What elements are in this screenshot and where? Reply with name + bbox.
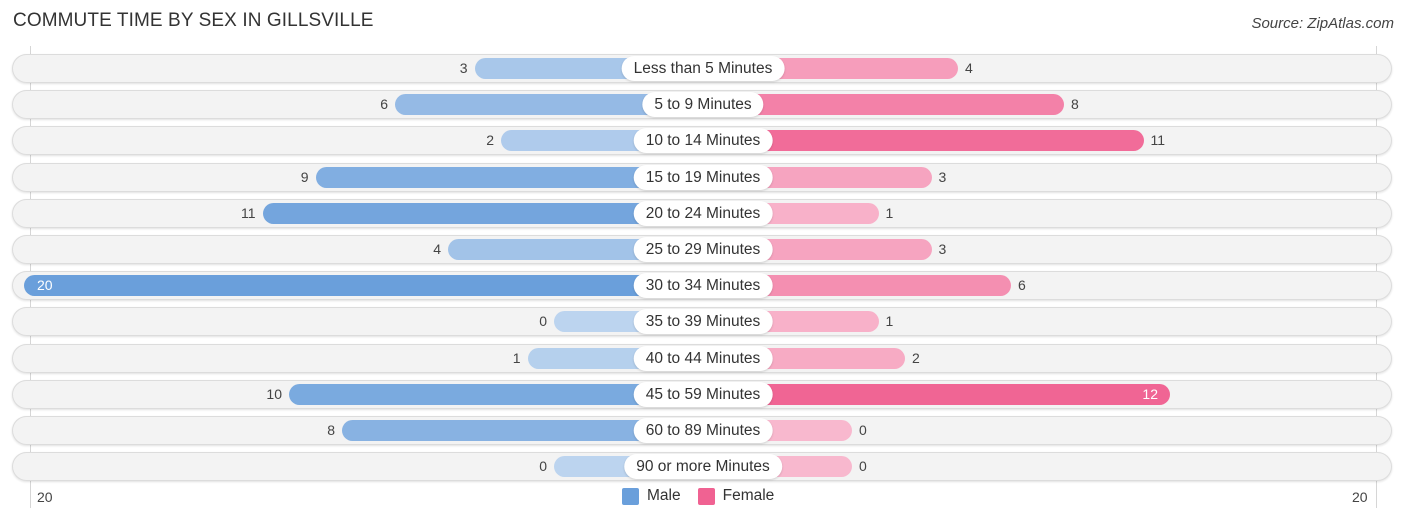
- category-label: 30 to 34 Minutes: [633, 273, 773, 299]
- category-label: 35 to 39 Minutes: [633, 309, 773, 335]
- legend-label-male: Male: [647, 487, 681, 504]
- value-label-female: 3: [938, 168, 947, 185]
- axis-label-right: 20: [1352, 489, 1368, 505]
- value-label-female: 0: [859, 422, 867, 438]
- category-label: 45 to 59 Minutes: [633, 381, 773, 407]
- value-label-male: 2: [486, 132, 494, 149]
- legend-swatch-female: [697, 487, 715, 505]
- category-label: Less than 5 Minutes: [621, 56, 785, 81]
- value-label-male: 3: [459, 60, 468, 76]
- value-label-male: 8: [327, 422, 335, 438]
- category-label: 25 to 29 Minutes: [633, 237, 773, 262]
- value-label-male: 10: [266, 385, 282, 402]
- category-label: 20 to 24 Minutes: [633, 200, 773, 226]
- value-label-female: 1: [885, 204, 894, 221]
- value-label-female: 1: [885, 313, 894, 330]
- value-label-male: 20: [37, 277, 53, 294]
- value-label-male: 9: [300, 168, 309, 185]
- legend: Male Female: [622, 487, 791, 505]
- value-label-female: 11: [1150, 132, 1166, 149]
- bar-female[interactable]: [703, 383, 1170, 405]
- value-label-female: 2: [912, 349, 920, 366]
- value-label-female: 8: [1071, 96, 1079, 113]
- category-label: 10 to 14 Minutes: [633, 128, 773, 154]
- legend-swatch-male: [622, 487, 639, 505]
- axis-label-left: 20: [37, 489, 53, 505]
- value-label-male: 1: [512, 349, 521, 366]
- value-label-female: 4: [965, 60, 973, 76]
- value-label-male: 0: [539, 313, 547, 330]
- bar-male[interactable]: [24, 275, 703, 297]
- category-label: 40 to 44 Minutes: [633, 345, 773, 371]
- category-label: 90 or more Minutes: [624, 454, 782, 480]
- category-label: 60 to 89 Minutes: [633, 418, 773, 443]
- category-label: 5 to 9 Minutes: [642, 92, 764, 118]
- value-label-male: 4: [433, 241, 441, 257]
- value-label-male: 0: [539, 458, 547, 475]
- value-label-female: 12: [1142, 385, 1158, 402]
- value-label-female: 6: [1018, 277, 1026, 294]
- chart-title: COMMUTE TIME BY SEX IN GILLSVILLE: [13, 10, 374, 31]
- value-label-male: 6: [380, 96, 388, 113]
- value-label-female: 3: [938, 241, 947, 257]
- legend-label-female: Female: [722, 487, 775, 504]
- legend-item-male[interactable]: Male: [622, 487, 681, 505]
- legend-item-female[interactable]: Female: [697, 487, 775, 505]
- value-label-female: 0: [859, 458, 867, 475]
- value-label-male: 11: [240, 204, 256, 221]
- source-label: Source: ZipAtlas.com: [1251, 15, 1394, 32]
- category-label: 15 to 19 Minutes: [633, 164, 773, 190]
